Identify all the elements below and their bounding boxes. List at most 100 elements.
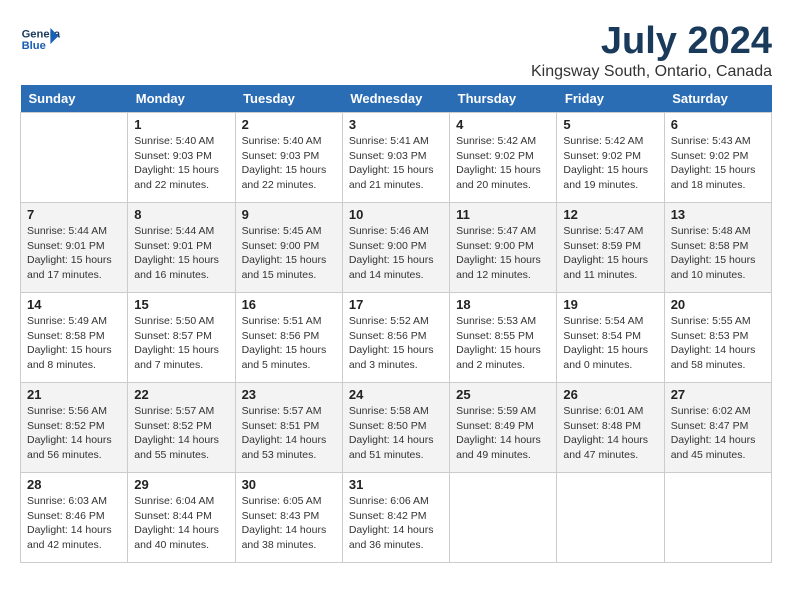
day-number: 13 [671,207,765,222]
day-number: 27 [671,387,765,402]
day-number: 31 [349,477,443,492]
day-number: 24 [349,387,443,402]
day-info: Sunrise: 5:40 AM Sunset: 9:03 PM Dayligh… [134,134,228,193]
day-number: 3 [349,117,443,132]
weekday-header-monday: Monday [128,85,235,113]
calendar-table: SundayMondayTuesdayWednesdayThursdayFrid… [20,85,772,563]
day-number: 22 [134,387,228,402]
calendar-cell: 31 Sunrise: 6:06 AM Sunset: 8:42 PM Dayli… [342,473,449,563]
day-number: 20 [671,297,765,312]
calendar-cell: 21 Sunrise: 5:56 AM Sunset: 8:52 PM Dayli… [21,383,128,473]
day-number: 12 [563,207,657,222]
day-number: 23 [242,387,336,402]
calendar-cell: 15 Sunrise: 5:50 AM Sunset: 8:57 PM Dayli… [128,293,235,383]
day-number: 19 [563,297,657,312]
calendar-cell: 11Sunrise: 5:47 AM Sunset: 9:00 PM Dayli… [450,203,557,293]
day-info: Sunrise: 5:41 AM Sunset: 9:03 PM Dayligh… [349,134,443,193]
calendar-cell: 30 Sunrise: 6:05 AM Sunset: 8:43 PM Dayli… [235,473,342,563]
weekday-header-sunday: Sunday [21,85,128,113]
logo-icon: General Blue [20,20,60,60]
day-number: 1 [134,117,228,132]
calendar-week-row: 7Sunrise: 5:44 AM Sunset: 9:01 PM Daylig… [21,203,772,293]
day-info: Sunrise: 5:46 AM Sunset: 9:00 PM Dayligh… [349,224,443,283]
calendar-cell: 7Sunrise: 5:44 AM Sunset: 9:01 PM Daylig… [21,203,128,293]
weekday-header-tuesday: Tuesday [235,85,342,113]
day-info: Sunrise: 6:01 AM Sunset: 8:48 PM Dayligh… [563,404,657,463]
day-number: 14 [27,297,121,312]
calendar-cell: 8Sunrise: 5:44 AM Sunset: 9:01 PM Daylig… [128,203,235,293]
day-number: 18 [456,297,550,312]
page-header: General Blue July 2024 Kingsway South, O… [20,20,772,81]
calendar-cell: 26 Sunrise: 6:01 AM Sunset: 8:48 PM Dayli… [557,383,664,473]
calendar-cell: 5Sunrise: 5:42 AM Sunset: 9:02 PM Daylig… [557,113,664,203]
calendar-cell: 23 Sunrise: 5:57 AM Sunset: 8:51 PM Dayli… [235,383,342,473]
day-number: 30 [242,477,336,492]
weekday-header-friday: Friday [557,85,664,113]
day-number: 15 [134,297,228,312]
calendar-cell: 28Sunrise: 6:03 AM Sunset: 8:46 PM Dayli… [21,473,128,563]
day-number: 6 [671,117,765,132]
calendar-cell: 4 Sunrise: 5:42 AM Sunset: 9:02 PM Daylig… [450,113,557,203]
day-number: 29 [134,477,228,492]
day-info: Sunrise: 5:49 AM Sunset: 8:58 PM Dayligh… [27,314,121,373]
calendar-cell: 10 Sunrise: 5:46 AM Sunset: 9:00 PM Dayli… [342,203,449,293]
day-info: Sunrise: 5:58 AM Sunset: 8:50 PM Dayligh… [349,404,443,463]
day-info: Sunrise: 5:59 AM Sunset: 8:49 PM Dayligh… [456,404,550,463]
svg-text:Blue: Blue [22,40,46,52]
calendar-cell: 27 Sunrise: 6:02 AM Sunset: 8:47 PM Dayli… [664,383,771,473]
day-info: Sunrise: 5:44 AM Sunset: 9:01 PM Dayligh… [27,224,121,283]
day-number: 26 [563,387,657,402]
calendar-cell: 20 Sunrise: 5:55 AM Sunset: 8:53 PM Dayli… [664,293,771,383]
day-number: 21 [27,387,121,402]
day-info: Sunrise: 5:54 AM Sunset: 8:54 PM Dayligh… [563,314,657,373]
logo: General Blue [20,20,64,60]
calendar-cell: 17Sunrise: 5:52 AM Sunset: 8:56 PM Dayli… [342,293,449,383]
day-info: Sunrise: 6:02 AM Sunset: 8:47 PM Dayligh… [671,404,765,463]
calendar-cell [21,113,128,203]
day-info: Sunrise: 5:57 AM Sunset: 8:52 PM Dayligh… [134,404,228,463]
calendar-cell: 14 Sunrise: 5:49 AM Sunset: 8:58 PM Dayli… [21,293,128,383]
calendar-cell [557,473,664,563]
day-info: Sunrise: 5:42 AM Sunset: 9:02 PM Dayligh… [456,134,550,193]
calendar-week-row: 28Sunrise: 6:03 AM Sunset: 8:46 PM Dayli… [21,473,772,563]
day-number: 25 [456,387,550,402]
calendar-cell [450,473,557,563]
day-number: 16 [242,297,336,312]
day-info: Sunrise: 5:50 AM Sunset: 8:57 PM Dayligh… [134,314,228,373]
calendar-cell: 13Sunrise: 5:48 AM Sunset: 8:58 PM Dayli… [664,203,771,293]
day-info: Sunrise: 5:43 AM Sunset: 9:02 PM Dayligh… [671,134,765,193]
calendar-cell: 9Sunrise: 5:45 AM Sunset: 9:00 PM Daylig… [235,203,342,293]
calendar-week-row: 1 Sunrise: 5:40 AM Sunset: 9:03 PM Daylig… [21,113,772,203]
calendar-title: July 2024 [531,20,772,63]
calendar-cell: 3 Sunrise: 5:41 AM Sunset: 9:03 PM Daylig… [342,113,449,203]
day-info: Sunrise: 5:44 AM Sunset: 9:01 PM Dayligh… [134,224,228,283]
calendar-week-row: 21 Sunrise: 5:56 AM Sunset: 8:52 PM Dayli… [21,383,772,473]
weekday-header-thursday: Thursday [450,85,557,113]
day-info: Sunrise: 5:57 AM Sunset: 8:51 PM Dayligh… [242,404,336,463]
calendar-week-row: 14 Sunrise: 5:49 AM Sunset: 8:58 PM Dayli… [21,293,772,383]
day-number: 11 [456,207,550,222]
day-info: Sunrise: 6:06 AM Sunset: 8:42 PM Dayligh… [349,494,443,553]
calendar-cell: 29Sunrise: 6:04 AM Sunset: 8:44 PM Dayli… [128,473,235,563]
calendar-cell: 22 Sunrise: 5:57 AM Sunset: 8:52 PM Dayli… [128,383,235,473]
day-number: 28 [27,477,121,492]
calendar-cell: 12 Sunrise: 5:47 AM Sunset: 8:59 PM Dayli… [557,203,664,293]
calendar-cell: 1 Sunrise: 5:40 AM Sunset: 9:03 PM Daylig… [128,113,235,203]
day-number: 2 [242,117,336,132]
day-info: Sunrise: 5:56 AM Sunset: 8:52 PM Dayligh… [27,404,121,463]
day-info: Sunrise: 6:05 AM Sunset: 8:43 PM Dayligh… [242,494,336,553]
calendar-cell: 19 Sunrise: 5:54 AM Sunset: 8:54 PM Dayli… [557,293,664,383]
day-info: Sunrise: 5:53 AM Sunset: 8:55 PM Dayligh… [456,314,550,373]
day-info: Sunrise: 5:47 AM Sunset: 8:59 PM Dayligh… [563,224,657,283]
calendar-cell: 16 Sunrise: 5:51 AM Sunset: 8:56 PM Dayli… [235,293,342,383]
calendar-cell [664,473,771,563]
calendar-cell: 25 Sunrise: 5:59 AM Sunset: 8:49 PM Dayli… [450,383,557,473]
day-info: Sunrise: 5:51 AM Sunset: 8:56 PM Dayligh… [242,314,336,373]
day-info: Sunrise: 5:40 AM Sunset: 9:03 PM Dayligh… [242,134,336,193]
day-number: 4 [456,117,550,132]
weekday-header-row: SundayMondayTuesdayWednesdayThursdayFrid… [21,85,772,113]
day-number: 10 [349,207,443,222]
day-number: 17 [349,297,443,312]
day-info: Sunrise: 5:55 AM Sunset: 8:53 PM Dayligh… [671,314,765,373]
calendar-cell: 24 Sunrise: 5:58 AM Sunset: 8:50 PM Dayli… [342,383,449,473]
